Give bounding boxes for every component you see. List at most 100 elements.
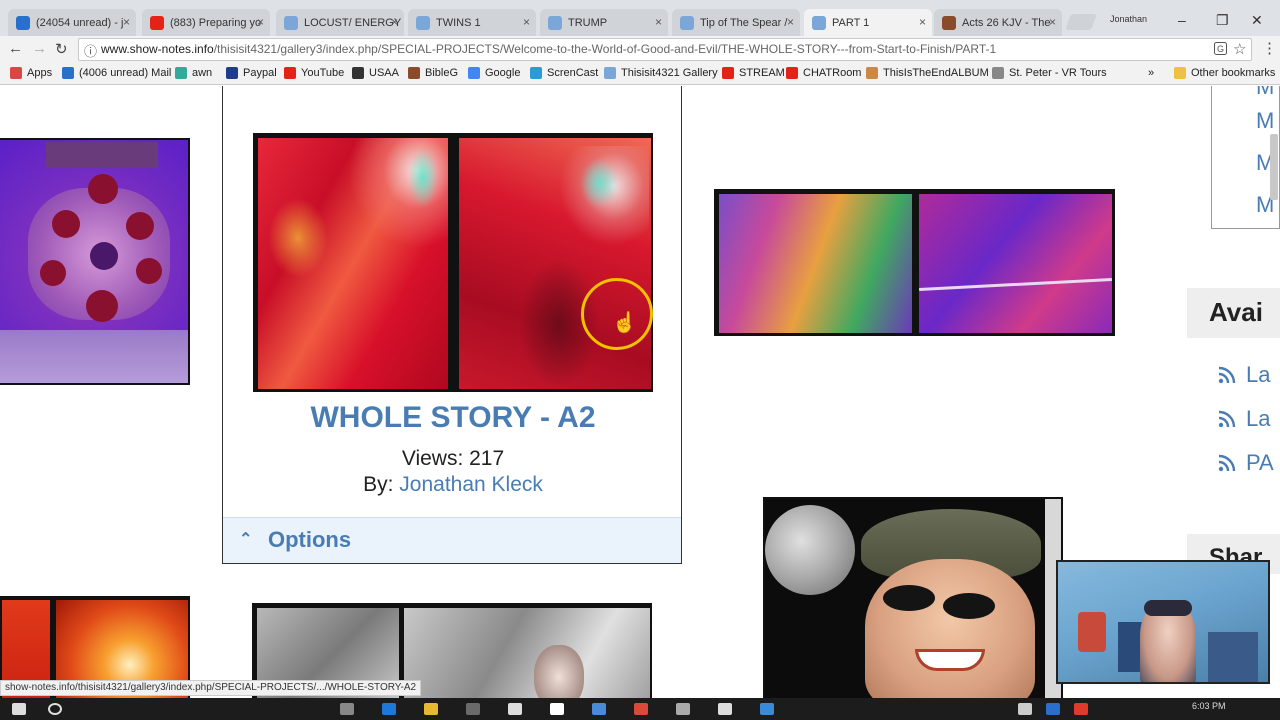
tab-favicon-icon bbox=[812, 15, 826, 30]
taskbar-app-icon[interactable] bbox=[592, 703, 606, 715]
bookmark-item[interactable]: Google bbox=[468, 67, 520, 79]
tab-close-icon[interactable]: × bbox=[123, 15, 130, 29]
bookmark-item[interactable]: ThisIsTheEndALBUM bbox=[866, 67, 989, 79]
bookmark-item[interactable]: USAA bbox=[352, 67, 399, 79]
tab-close-icon[interactable]: × bbox=[787, 15, 794, 29]
start-icon[interactable] bbox=[12, 703, 26, 715]
browser-tab[interactable]: TRUMP × bbox=[540, 9, 668, 36]
taskbar-app-icon[interactable] bbox=[550, 703, 564, 715]
tab-close-icon[interactable]: × bbox=[1049, 15, 1056, 29]
profile-name[interactable]: Jonathan bbox=[1110, 14, 1147, 24]
search-icon[interactable] bbox=[48, 703, 62, 715]
chevron-up-icon: ⌃ bbox=[239, 531, 253, 548]
forward-button[interactable]: → bbox=[32, 40, 47, 57]
translate-icon[interactable]: G bbox=[1214, 42, 1227, 58]
bookmark-item[interactable]: Thisisit4321 Gallery bbox=[604, 67, 718, 79]
taskbar-app-icon[interactable] bbox=[508, 703, 522, 715]
tab-favicon-icon bbox=[548, 15, 562, 30]
new-tab-button[interactable] bbox=[1065, 14, 1097, 30]
taskbar-app-icon[interactable] bbox=[718, 703, 732, 715]
browser-tab[interactable]: Tip of The Spear / × bbox=[672, 9, 800, 36]
bookmark-label: (4006 unread) Mail bbox=[79, 67, 172, 79]
gallery-photo-woman-hat[interactable] bbox=[763, 497, 1063, 698]
feed-link[interactable]: La bbox=[1218, 362, 1270, 388]
address-bar[interactable]: ⓘ www.show-notes.info/thisisit4321/galle… bbox=[78, 38, 1252, 61]
rss-icon bbox=[1218, 366, 1236, 384]
browser-tab[interactable]: (24054 unread) - j × bbox=[8, 9, 136, 36]
bookmark-item[interactable]: YouTube bbox=[284, 67, 344, 79]
tab-close-icon[interactable]: × bbox=[655, 15, 662, 29]
minimize-button[interactable]: – bbox=[1178, 12, 1186, 28]
rss-icon bbox=[1218, 454, 1236, 472]
whole-story-a2-image[interactable] bbox=[253, 133, 653, 392]
browser-tab[interactable]: TWINS 1 × bbox=[408, 9, 536, 36]
taskbar-app-icon[interactable] bbox=[676, 703, 690, 715]
tab-favicon-icon bbox=[16, 15, 30, 30]
browser-menu-icon[interactable]: ⋮ bbox=[1262, 39, 1277, 57]
bookmark-label: STREAM bbox=[739, 67, 785, 79]
edge-icon[interactable] bbox=[382, 703, 396, 715]
bookmark-item[interactable]: awn bbox=[175, 67, 212, 79]
gallery-thumbnail-purple[interactable] bbox=[0, 138, 190, 385]
bookmark-item[interactable]: BibleG bbox=[408, 67, 458, 79]
browser-tab[interactable]: Acts 26 KJV - The × bbox=[934, 9, 1062, 36]
sidebar-menu-letter[interactable]: M bbox=[1256, 108, 1274, 134]
maximize-button[interactable]: ❐ bbox=[1216, 12, 1229, 29]
tab-label: Acts 26 KJV - The bbox=[962, 16, 1051, 29]
bookmark-favicon-icon bbox=[352, 67, 364, 79]
bookmark-favicon-icon bbox=[530, 67, 542, 79]
bookmark-item[interactable]: STREAM bbox=[722, 67, 785, 79]
file-explorer-icon[interactable] bbox=[424, 703, 438, 715]
browser-tab-strip: (24054 unread) - j × (883) Preparing yo × LO… bbox=[0, 0, 1280, 36]
tab-label: (24054 unread) - j bbox=[36, 16, 124, 29]
bookmark-item[interactable]: CHATRoom bbox=[786, 67, 861, 79]
bookmark-item[interactable]: St. Peter - VR Tours bbox=[992, 67, 1107, 79]
bookmark-item[interactable]: Apps bbox=[10, 67, 52, 79]
sidebar-menu-letter[interactable]: M bbox=[1256, 86, 1274, 100]
tab-close-icon[interactable]: × bbox=[391, 15, 398, 29]
tray-icon[interactable] bbox=[1018, 703, 1032, 715]
chrome-icon[interactable] bbox=[634, 703, 648, 715]
bookmark-label: BibleG bbox=[425, 67, 459, 79]
close-window-button[interactable]: ✕ bbox=[1251, 12, 1263, 29]
item-title[interactable]: WHOLE STORY - A2 bbox=[223, 401, 683, 435]
os-taskbar: 6:03 PM bbox=[0, 698, 1280, 720]
other-bookmarks-folder[interactable]: Other bookmarks bbox=[1174, 67, 1275, 79]
tab-close-icon[interactable]: × bbox=[523, 15, 530, 29]
bookmarks-overflow-button[interactable]: » bbox=[1148, 67, 1154, 79]
browser-tab[interactable]: LOCUST/ ENERGY × bbox=[276, 9, 404, 36]
bookmark-label: Paypal bbox=[243, 67, 277, 79]
hand-pointer-icon: ☝ bbox=[612, 312, 637, 334]
browser-tab[interactable]: PART 1 × bbox=[804, 9, 932, 36]
taskbar-app-icon[interactable] bbox=[340, 703, 354, 715]
author-link[interactable]: Jonathan Kleck bbox=[399, 473, 543, 496]
tab-close-icon[interactable]: × bbox=[919, 15, 926, 29]
reload-button[interactable]: ↻ bbox=[55, 40, 68, 58]
bookmark-label: YouTube bbox=[301, 67, 345, 79]
page-scrollbar-thumb[interactable] bbox=[1270, 134, 1278, 200]
bookmark-item[interactable]: ScrenCast bbox=[530, 67, 598, 79]
bookmark-label: ScrenCast bbox=[547, 67, 599, 79]
tab-favicon-icon bbox=[150, 15, 164, 30]
info-icon[interactable]: ⓘ bbox=[84, 41, 97, 60]
feed-link[interactable]: La bbox=[1218, 406, 1270, 432]
bookmark-item[interactable]: (4006 unread) Mail bbox=[62, 67, 171, 79]
bookmark-star-icon[interactable]: ☆ bbox=[1233, 40, 1246, 58]
tab-close-icon[interactable]: × bbox=[257, 15, 264, 29]
gallery-thumbnail-multicolor[interactable] bbox=[714, 189, 1115, 336]
options-toggle[interactable]: ⌃ Options bbox=[223, 517, 681, 563]
feed-link-label: PA bbox=[1246, 450, 1274, 475]
tray-icon[interactable] bbox=[1046, 703, 1060, 715]
bookmark-label: Google bbox=[485, 67, 521, 79]
tray-icon[interactable] bbox=[1074, 703, 1088, 715]
taskbar-app-icon[interactable] bbox=[466, 703, 480, 715]
other-bookmarks-label: Other bookmarks bbox=[1191, 67, 1276, 79]
back-button[interactable]: ← bbox=[8, 40, 23, 57]
tab-label: PART 1 bbox=[832, 16, 870, 29]
browser-tab[interactable]: (883) Preparing yo × bbox=[142, 9, 270, 36]
feed-link[interactable]: PA bbox=[1218, 450, 1274, 476]
taskbar-app-icon[interactable] bbox=[760, 703, 774, 715]
bookmark-favicon-icon bbox=[284, 67, 296, 79]
bookmark-item[interactable]: Paypal bbox=[226, 67, 277, 79]
taskbar-clock[interactable]: 6:03 PM bbox=[1192, 701, 1226, 711]
